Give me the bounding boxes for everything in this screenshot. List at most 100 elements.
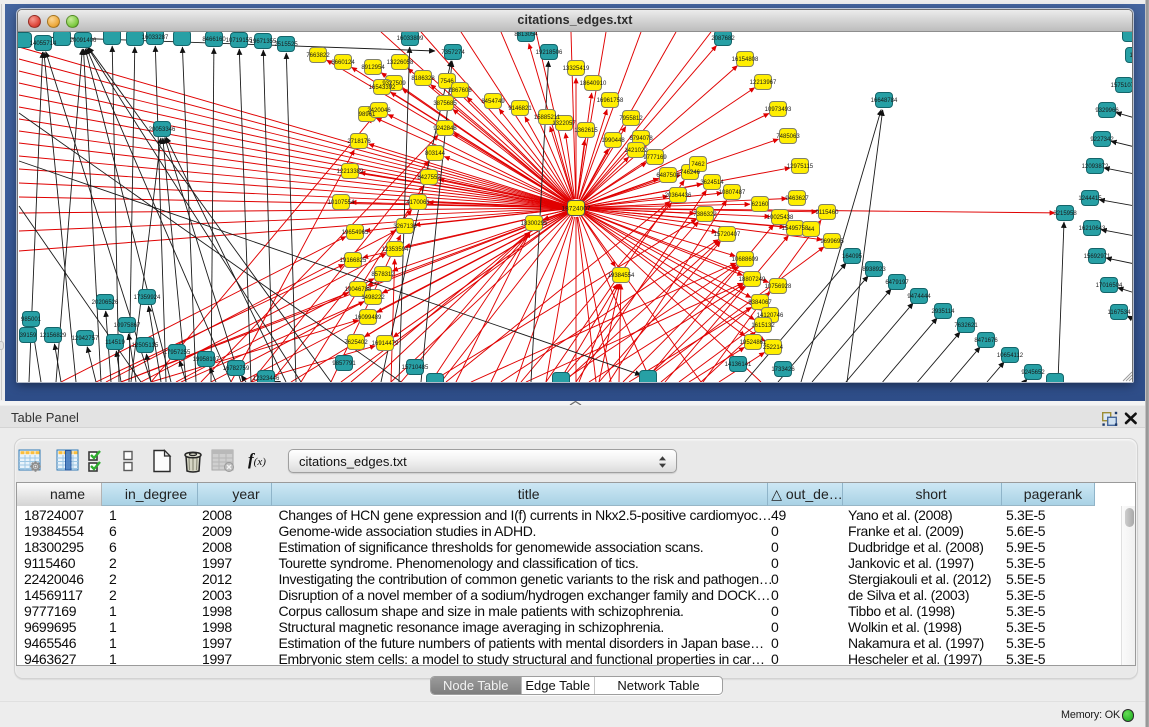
svg-text:12156829: 12156829 (40, 333, 67, 339)
svg-text:10025438: 10025438 (767, 215, 794, 221)
svg-text:2420046: 2420046 (367, 108, 391, 114)
svg-text:8454749: 8454749 (481, 99, 505, 105)
svg-text:8578312: 8578312 (371, 272, 395, 278)
svg-text:10807487: 10807487 (719, 190, 746, 196)
svg-text:1733426: 1733426 (771, 367, 795, 373)
svg-text:8813054: 8813054 (514, 32, 538, 38)
svg-text:8660124: 8660124 (331, 60, 355, 66)
svg-text:18724007: 18724007 (562, 206, 591, 213)
svg-text:16210643: 16210643 (1079, 226, 1106, 232)
svg-text:7386322: 7386322 (693, 212, 717, 218)
svg-text:20053346: 20053346 (149, 127, 176, 133)
svg-text:10688609: 10688609 (732, 257, 759, 263)
svg-text:8938923: 8938923 (862, 267, 886, 273)
svg-text:8466160: 8466160 (202, 37, 226, 43)
svg-text:10756928: 10756928 (765, 284, 792, 290)
svg-text:7515525: 7515525 (274, 42, 298, 48)
svg-text:20364436: 20364436 (665, 193, 692, 199)
svg-text:9384067: 9384067 (748, 300, 772, 306)
svg-text:16961758: 16961758 (597, 98, 624, 104)
svg-text:1322057: 1322057 (552, 121, 576, 127)
svg-text:9115460: 9115460 (816, 210, 840, 216)
svg-text:19384554: 19384554 (608, 273, 635, 279)
svg-text:7663822: 7663822 (306, 53, 330, 59)
svg-text:12213967: 12213967 (750, 80, 777, 86)
svg-text:7462: 7462 (691, 162, 705, 168)
svg-text:8471676: 8471676 (974, 338, 998, 344)
svg-text:16033287: 16033287 (142, 35, 169, 41)
svg-text:9245652: 9245652 (1021, 370, 1045, 376)
svg-text:6487508: 6487508 (656, 173, 680, 179)
svg-text:15710485: 15710485 (402, 365, 429, 371)
svg-text:19671355: 19671355 (250, 39, 277, 45)
svg-text:10975867: 10975867 (114, 323, 141, 329)
svg-text:6479197: 6479197 (885, 280, 909, 286)
svg-text:1167534: 1167534 (1108, 310, 1132, 316)
svg-text:10046788: 10046788 (345, 287, 372, 293)
svg-text:19218506: 19218506 (536, 50, 563, 56)
svg-text:3875685: 3875685 (433, 101, 457, 107)
svg-text:4170061: 4170061 (406, 200, 430, 206)
svg-text:20091406: 20091406 (70, 38, 97, 44)
svg-text:12942757: 12942757 (72, 336, 99, 342)
svg-text:18300295: 18300295 (521, 221, 548, 227)
svg-text:3267130: 3267130 (393, 224, 417, 230)
svg-text:39159: 39159 (20, 333, 37, 339)
svg-text:111: 111 (1129, 53, 1132, 59)
svg-text:803144: 803144 (425, 151, 446, 157)
svg-text:19958107: 19958107 (193, 357, 220, 363)
svg-text:1498222: 1498222 (361, 295, 385, 301)
svg-text:18807249: 18807249 (739, 277, 766, 283)
svg-text:1362615: 1362615 (574, 128, 598, 134)
svg-text:1421022: 1421022 (624, 148, 648, 154)
svg-text:10107554: 10107554 (328, 200, 355, 206)
svg-text:16648784: 16648784 (871, 98, 898, 104)
svg-text:8912954: 8912954 (361, 65, 385, 71)
svg-text:7955812: 7955812 (619, 116, 643, 122)
svg-text:1615132: 1615132 (751, 323, 775, 329)
svg-text:3215958: 3215958 (1053, 211, 1077, 217)
svg-text:14120746: 14120746 (757, 313, 784, 319)
svg-text:252214: 252214 (763, 345, 784, 351)
svg-text:12213389: 12213389 (337, 169, 364, 175)
svg-text:9227342: 9227342 (1090, 137, 1114, 143)
svg-text:2935114: 2935114 (932, 309, 956, 315)
svg-text:1990448: 1990448 (601, 138, 625, 144)
svg-text:746246: 746246 (680, 170, 701, 176)
svg-text:16914479: 16914479 (372, 341, 399, 347)
svg-text:20206526: 20206526 (92, 300, 119, 306)
svg-text:13325419: 13325419 (563, 66, 590, 72)
svg-text:16099489: 16099489 (355, 315, 382, 321)
svg-text:14136141: 14136141 (725, 362, 752, 368)
svg-text:18640910: 18640910 (580, 81, 607, 87)
svg-text:7632621: 7632621 (954, 323, 978, 329)
svg-text:114519: 114519 (105, 340, 125, 346)
svg-text:16543392: 16543392 (369, 85, 396, 91)
svg-text:19654965: 19654965 (342, 230, 369, 236)
svg-text:12323446: 12323446 (253, 376, 280, 382)
svg-text:164095: 164095 (842, 254, 863, 260)
svg-text:15720407: 15720407 (714, 232, 741, 238)
svg-text:9146821: 9146821 (508, 106, 532, 112)
svg-text:3624514: 3624514 (700, 180, 724, 186)
svg-text:12975115: 12975115 (787, 164, 814, 170)
svg-text:15751074: 15751074 (1111, 83, 1132, 89)
svg-text:15495758: 15495758 (782, 226, 809, 232)
svg-text:1244415: 1244415 (1078, 196, 1102, 202)
svg-text:19166825: 19166825 (340, 258, 367, 264)
svg-text:9474444: 9474444 (907, 294, 931, 300)
svg-text:9463627: 9463627 (785, 196, 809, 202)
svg-text:17359924: 17359924 (134, 295, 161, 301)
svg-text:2867608: 2867608 (448, 88, 472, 94)
svg-text:10973493: 10973493 (765, 107, 792, 113)
svg-text:2087682: 2087682 (711, 36, 735, 42)
svg-text:12093872: 12093872 (1082, 164, 1109, 170)
svg-text:2718176: 2718176 (347, 139, 371, 145)
svg-text:7357274: 7357274 (441, 50, 465, 56)
svg-text:7546: 7546 (440, 79, 454, 85)
svg-text:12505135: 12505135 (132, 343, 159, 349)
svg-text:12353594: 12353594 (382, 247, 409, 253)
svg-text:9242848: 9242848 (433, 126, 457, 132)
svg-text:9329966: 9329966 (1095, 108, 1119, 114)
svg-text:6794078: 6794078 (629, 136, 653, 142)
